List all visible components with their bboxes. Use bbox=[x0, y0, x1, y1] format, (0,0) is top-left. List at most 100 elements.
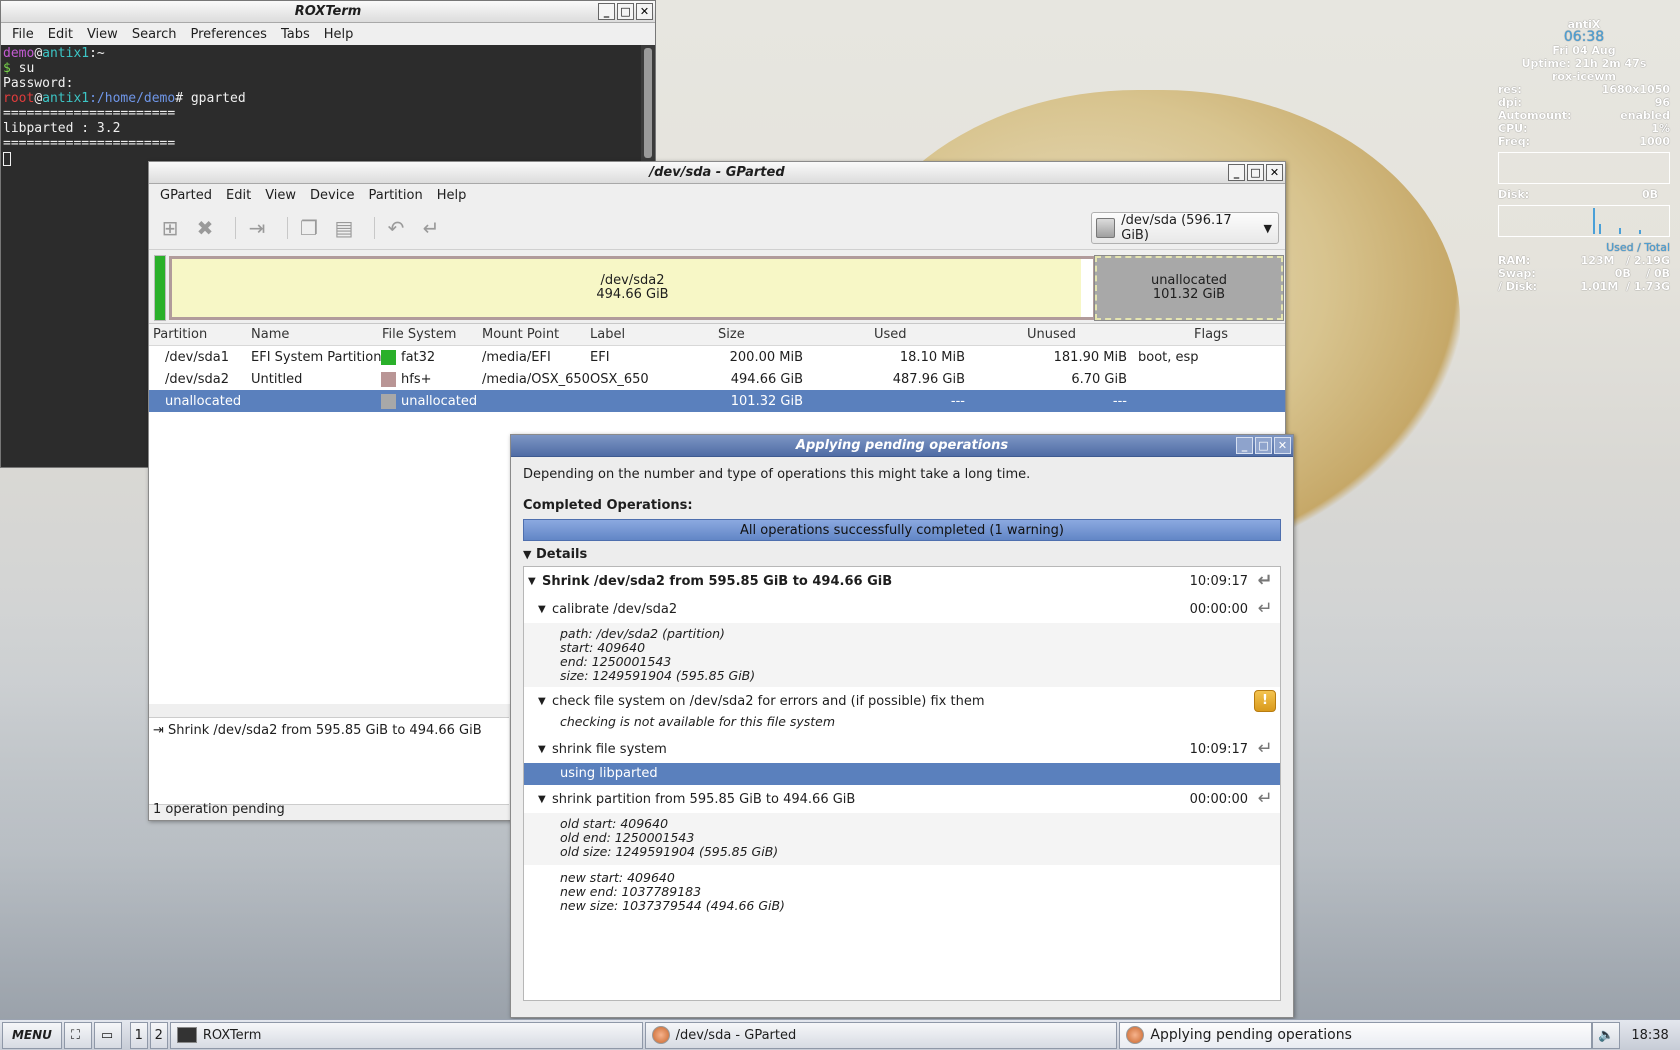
paste-icon[interactable]: ▤ bbox=[331, 215, 357, 241]
swap-value: 0B / 0B bbox=[1614, 267, 1670, 280]
col-size[interactable]: Size bbox=[718, 327, 745, 342]
expander-icon[interactable]: ▼ bbox=[538, 696, 552, 707]
col-partition[interactable]: Partition bbox=[153, 327, 207, 342]
block-un-name: unallocated bbox=[1150, 273, 1228, 288]
cell-size: 200.00 MiB bbox=[729, 349, 803, 365]
menu-help[interactable]: Help bbox=[430, 188, 474, 203]
volume-button[interactable]: 🔈 bbox=[1592, 1021, 1621, 1049]
info-line: old end: 1250001543 bbox=[560, 830, 695, 845]
close-button[interactable]: ✕ bbox=[1274, 437, 1291, 454]
expander-icon[interactable]: ▼ bbox=[538, 744, 552, 755]
resize-move-icon[interactable]: ⇥ bbox=[244, 215, 270, 241]
table-row[interactable]: /dev/sda2 Untitled hfs+ /media/OSX_650 O… bbox=[149, 368, 1285, 390]
workspace-1[interactable]: 1 bbox=[129, 1021, 148, 1049]
minimize-button[interactable]: _ bbox=[598, 3, 615, 20]
applying-dialog[interactable]: Applying pending operations _ □ ✕ Depend… bbox=[510, 434, 1294, 1018]
separator-line: ====================== bbox=[3, 106, 176, 121]
clock[interactable]: 18:38 bbox=[1620, 1028, 1680, 1043]
minimize-button[interactable]: _ bbox=[1236, 437, 1253, 454]
roxterm-titlebar[interactable]: ROXTerm _ □ ✕ bbox=[1, 1, 655, 23]
task-roxterm[interactable]: ROXTerm bbox=[169, 1021, 643, 1049]
success-icon: ↵ bbox=[1257, 570, 1273, 591]
details-expander[interactable]: ▼ Details bbox=[523, 547, 1281, 562]
gparted-titlebar[interactable]: /dev/sda - GParted _ □ ✕ bbox=[149, 162, 1285, 184]
partition-block-unallocated[interactable]: unallocated 101.32 GiB bbox=[1094, 255, 1284, 321]
cell-used: --- bbox=[950, 393, 965, 409]
copy-icon[interactable]: ❐ bbox=[296, 215, 322, 241]
table-row[interactable]: /dev/sda1 EFI System Partition fat32 /me… bbox=[149, 346, 1285, 368]
tree-row-shrink-fs[interactable]: ▼ shrink file system 10:09:17 ↵ bbox=[524, 735, 1280, 763]
selected-info-row[interactable]: using libparted bbox=[524, 763, 1280, 785]
status-bar: 1 operation pending bbox=[149, 800, 509, 820]
pending-operation[interactable]: Shrink /dev/sda2 from 595.85 GiB to 494.… bbox=[168, 723, 482, 738]
col-name[interactable]: Name bbox=[251, 327, 289, 342]
show-desktop-button[interactable]: ⛶ bbox=[63, 1021, 92, 1049]
tree-row-shrink[interactable]: ▼ Shrink /dev/sda2 from 595.85 GiB to 49… bbox=[524, 567, 1280, 595]
maximize-button[interactable]: □ bbox=[1247, 164, 1264, 181]
tree-row-check[interactable]: ▼ check file system on /dev/sda2 for err… bbox=[524, 687, 1280, 715]
partition-block-sda1[interactable] bbox=[154, 255, 166, 321]
op-time: 00:00:00 bbox=[1189, 602, 1248, 617]
menu-tabs[interactable]: Tabs bbox=[274, 27, 317, 42]
conky-res: res: 1680x1050 bbox=[1498, 83, 1670, 96]
menu-file[interactable]: File bbox=[5, 27, 41, 42]
table-row-selected[interactable]: unallocated unallocated 101.32 GiB --- -… bbox=[149, 390, 1285, 412]
tree-row-calibrate[interactable]: ▼ calibrate /dev/sda2 00:00:00 ↵ bbox=[524, 595, 1280, 623]
new-partition-icon[interactable]: ⊞ bbox=[157, 215, 183, 241]
col-label[interactable]: Label bbox=[590, 327, 625, 342]
close-button[interactable]: ✕ bbox=[636, 3, 653, 20]
menu-button[interactable]: MENU bbox=[2, 1021, 62, 1049]
menu-edit[interactable]: Edit bbox=[41, 27, 80, 42]
conky-ram: RAM: 123M / 2.19G bbox=[1498, 254, 1670, 267]
menu-view[interactable]: View bbox=[258, 188, 303, 203]
menu-preferences[interactable]: Preferences bbox=[183, 27, 273, 42]
cell-name: Untitled bbox=[251, 371, 303, 387]
gparted-icon bbox=[1126, 1026, 1145, 1044]
workspace-2[interactable]: 2 bbox=[149, 1021, 168, 1049]
task-applying[interactable]: Applying pending operations bbox=[1119, 1021, 1593, 1049]
device-selector[interactable]: /dev/sda (596.17 GiB) ▼ bbox=[1091, 212, 1279, 244]
partition-map: /dev/sda2 494.66 GiB unallocated 101.32 … bbox=[149, 250, 1285, 324]
expander-icon[interactable]: ▼ bbox=[538, 794, 552, 805]
menu-partition[interactable]: Partition bbox=[362, 188, 430, 203]
minimize-button[interactable]: _ bbox=[1228, 164, 1245, 181]
col-flags[interactable]: Flags bbox=[1194, 327, 1228, 342]
fs-color-swatch bbox=[381, 349, 396, 365]
dialog-intro: Depending on the number and type of oper… bbox=[523, 467, 1031, 482]
menu-edit[interactable]: Edit bbox=[219, 188, 258, 203]
partition-block-sda2[interactable]: /dev/sda2 494.66 GiB bbox=[169, 256, 1096, 320]
menu-search[interactable]: Search bbox=[125, 27, 184, 42]
menu-gparted[interactable]: GParted bbox=[153, 188, 219, 203]
table-header: Partition Name File System Mount Point L… bbox=[149, 324, 1285, 346]
menu-help[interactable]: Help bbox=[317, 27, 361, 42]
op-text: calibrate /dev/sda2 bbox=[552, 601, 678, 617]
resize-op-icon: ⇥ bbox=[153, 723, 164, 738]
undo-icon[interactable]: ↶ bbox=[383, 215, 409, 241]
close-button[interactable]: ✕ bbox=[1266, 164, 1283, 181]
delete-icon[interactable]: ✖ bbox=[192, 215, 218, 241]
maximize-button[interactable]: □ bbox=[1255, 437, 1272, 454]
maximize-button[interactable]: □ bbox=[617, 3, 634, 20]
expander-icon[interactable]: ▼ bbox=[538, 604, 552, 615]
expander-icon[interactable]: ▼ bbox=[528, 576, 542, 587]
dialog-titlebar[interactable]: Applying pending operations _ □ ✕ bbox=[511, 435, 1293, 457]
col-filesystem[interactable]: File System bbox=[382, 327, 456, 342]
col-used[interactable]: Used bbox=[874, 327, 907, 342]
col-mountpoint[interactable]: Mount Point bbox=[482, 327, 559, 342]
op-text: check file system on /dev/sda2 for error… bbox=[552, 693, 985, 709]
menu-device[interactable]: Device bbox=[303, 188, 361, 203]
tree-row-shrink-partition[interactable]: ▼ shrink partition from 595.85 GiB to 49… bbox=[524, 785, 1280, 813]
cell-mount: /media/EFI bbox=[482, 349, 551, 365]
menu-label: MENU bbox=[11, 1028, 52, 1042]
task-label: /dev/sda - GParted bbox=[675, 1027, 797, 1043]
task-gparted[interactable]: /dev/sda - GParted bbox=[644, 1021, 1118, 1049]
pending-operations-list[interactable]: ⇥ Shrink /dev/sda2 from 595.85 GiB to 49… bbox=[149, 717, 509, 805]
file-manager-button[interactable]: ▭ bbox=[93, 1021, 122, 1049]
apply-icon[interactable]: ↵ bbox=[418, 215, 444, 241]
calibrate-info: path: /dev/sda2 (partition) start: 40964… bbox=[524, 623, 1280, 687]
menu-view[interactable]: View bbox=[80, 27, 125, 42]
fs-color-swatch bbox=[381, 371, 396, 387]
details-tree[interactable]: ▼ Shrink /dev/sda2 from 595.85 GiB to 49… bbox=[523, 566, 1281, 1001]
col-unused[interactable]: Unused bbox=[1027, 327, 1076, 342]
scrollbar-thumb[interactable] bbox=[644, 48, 652, 158]
